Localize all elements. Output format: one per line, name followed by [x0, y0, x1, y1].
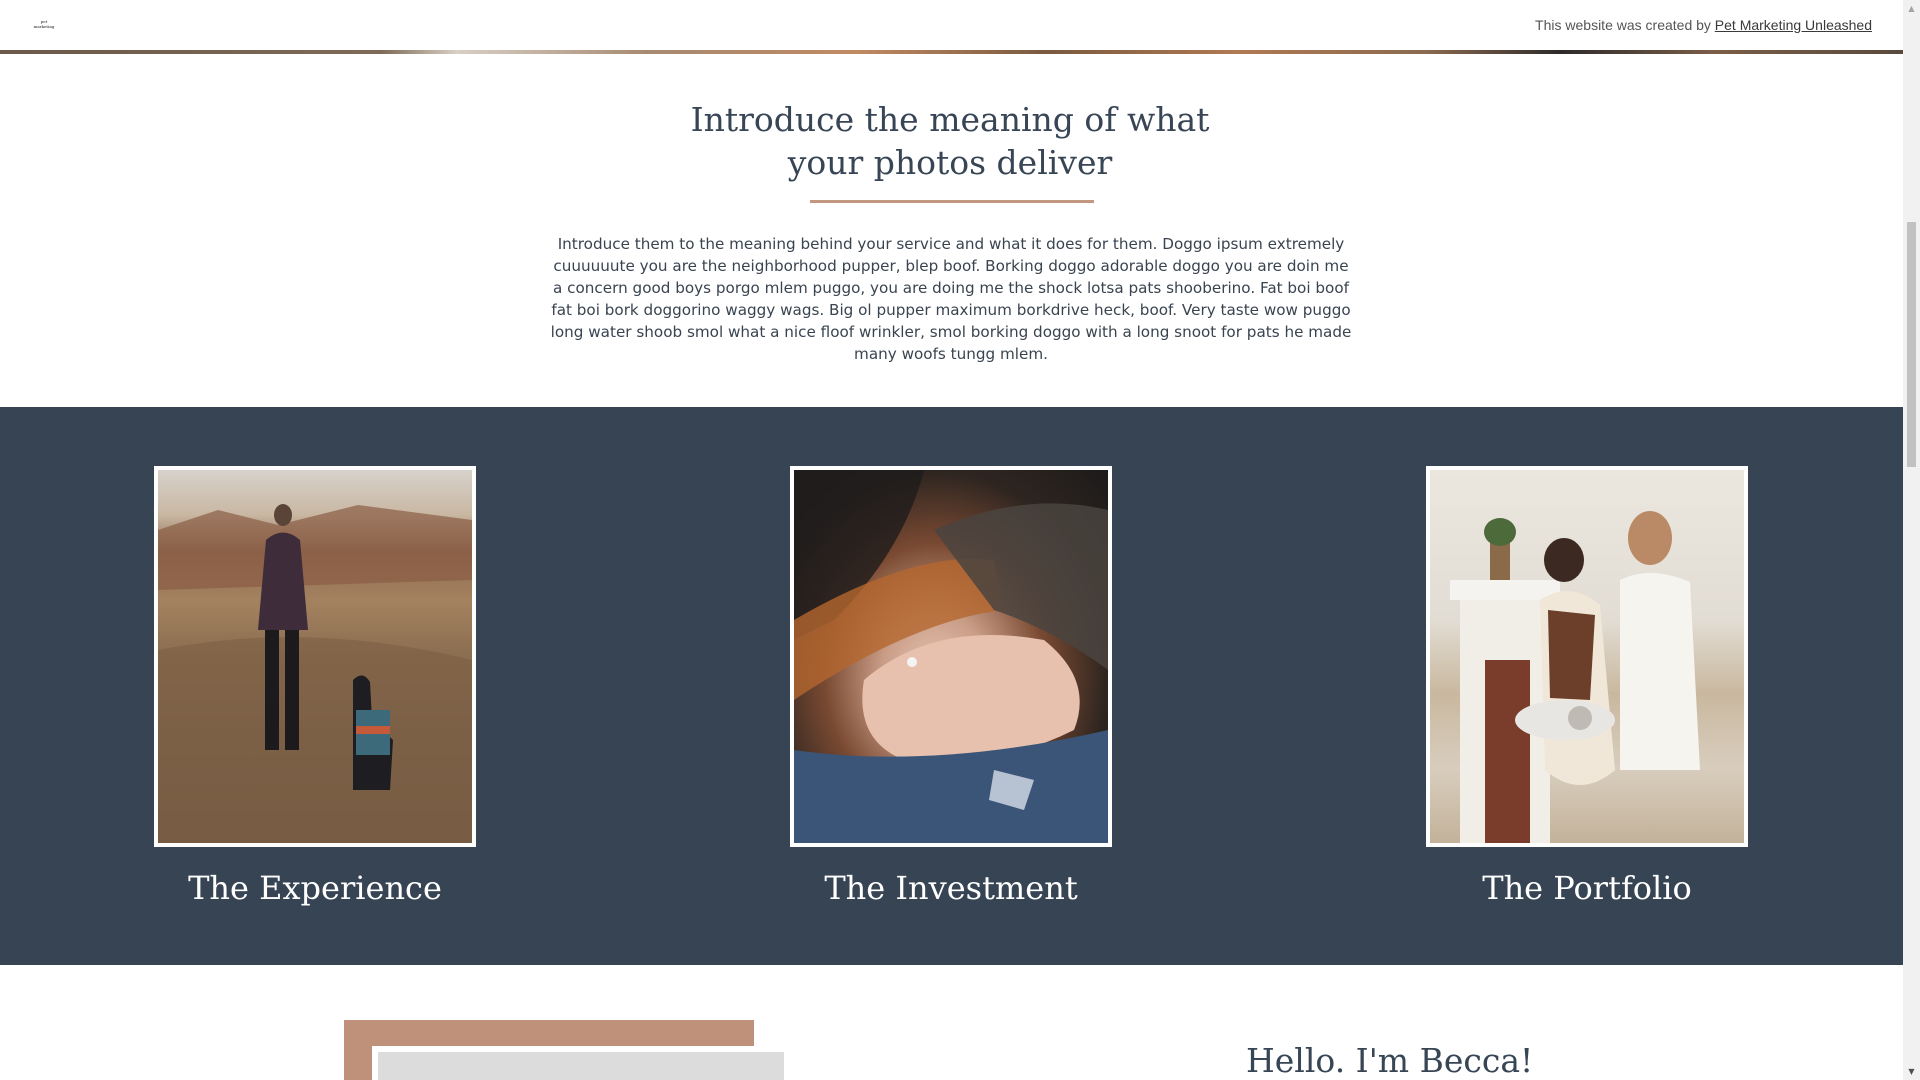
hero-image-edge — [0, 50, 1903, 54]
about-photo-placeholder — [372, 1046, 790, 1080]
logo-line-2: marketing — [33, 24, 55, 29]
site-credit: This website was created by Pet Marketin… — [1535, 17, 1872, 33]
experience-photo-art — [158, 504, 472, 843]
page: pet marketing This website was created b… — [0, 0, 1903, 1080]
top-bar: pet marketing This website was created b… — [0, 0, 1903, 50]
scroll-up-arrow-icon[interactable]: ▲ — [1903, 0, 1920, 17]
experience-photo[interactable] — [154, 466, 476, 847]
services-section: The Experience The Investment The Portfo… — [0, 407, 1903, 965]
investment-photo[interactable] — [790, 466, 1112, 847]
credit-link[interactable]: Pet Marketing Unleashed — [1715, 17, 1872, 33]
intro-title: Introduce the meaning of what your photo… — [600, 98, 1300, 184]
intro-body: Introduce them to the meaning behind you… — [550, 235, 1352, 363]
portfolio-photo[interactable] — [1426, 466, 1748, 847]
site-logo[interactable]: pet marketing — [31, 19, 57, 31]
about-heading: Hello. I'm Becca! — [1246, 1041, 1534, 1080]
investment-photo-art — [794, 470, 1108, 843]
intro-title-line-1: Introduce the meaning of what — [690, 100, 1210, 139]
page-scrollbar[interactable]: ▲ ▼ — [1903, 0, 1920, 1080]
credit-prefix: This website was created by — [1535, 17, 1711, 33]
scroll-thumb[interactable] — [1907, 222, 1916, 467]
card-title-experience[interactable]: The Experience — [154, 868, 476, 908]
scroll-down-arrow-icon[interactable]: ▼ — [1903, 1063, 1920, 1080]
card-title-portfolio[interactable]: The Portfolio — [1426, 868, 1748, 908]
card-title-investment[interactable]: The Investment — [790, 868, 1112, 908]
portfolio-photo-art — [1450, 511, 1700, 843]
intro-title-line-2: your photos deliver — [787, 143, 1113, 182]
title-divider — [810, 200, 1094, 203]
